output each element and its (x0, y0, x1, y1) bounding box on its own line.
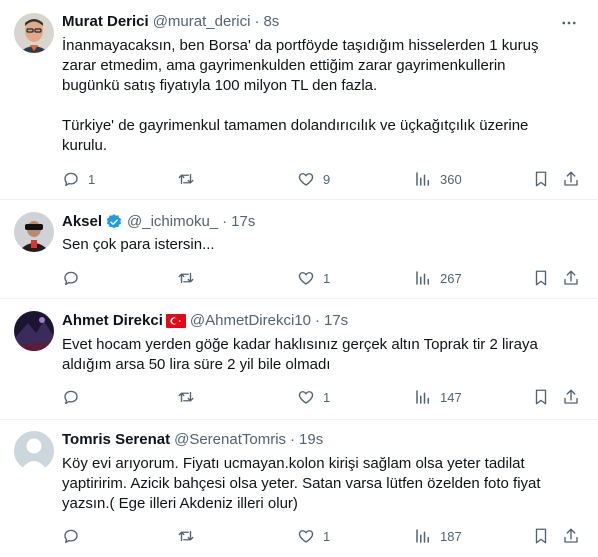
user-handle[interactable]: @SerenatTomris (174, 430, 286, 450)
like-button[interactable]: 1 (297, 387, 330, 407)
bookmark-icon (535, 528, 547, 544)
retweet-button[interactable] (177, 169, 203, 189)
views-icon (416, 529, 429, 543)
display-name[interactable]: Murat Derici (62, 12, 149, 32)
views-button[interactable]: 360 (414, 169, 462, 189)
separator-dot: · (290, 431, 296, 448)
share-button[interactable] (562, 387, 580, 407)
share-icon (564, 528, 578, 543)
like-icon (298, 391, 314, 404)
timestamp[interactable]: 8s (263, 12, 279, 32)
reply-count: 1 (88, 171, 96, 187)
tweet-actions: 1 9 360 (62, 169, 582, 189)
views-button[interactable]: 187 (414, 526, 462, 546)
tweet-text: Köy evi arıyorum. Fiyatı ucmayan.kolon k… (62, 455, 541, 512)
separator-dot: · (254, 13, 260, 30)
views-count: 187 (440, 528, 462, 544)
reply-icon (64, 390, 78, 405)
avatar[interactable] (14, 431, 54, 471)
avatar[interactable] (14, 311, 54, 351)
like-count: 1 (323, 270, 331, 286)
reply-icon (64, 529, 78, 544)
tweet-header: Aksel @_ichimoku_ · 17s (62, 212, 255, 232)
retweet-icon (178, 272, 194, 284)
like-icon (298, 530, 314, 543)
tweet-text: Sen çok para istersin... (62, 236, 215, 253)
views-icon (416, 172, 429, 186)
timestamp[interactable]: 19s (299, 430, 323, 450)
tweet[interactable]: Murat Derici @murat_derici · 8s İnanmaya… (0, 0, 598, 200)
views-button[interactable]: 147 (414, 387, 462, 407)
tweet[interactable]: Aksel @_ichimoku_ · 17s Sen çok para ist… (0, 200, 598, 299)
bookmark-icon (535, 171, 547, 187)
like-button[interactable]: 9 (297, 169, 330, 189)
reply-icon (64, 271, 78, 286)
bookmark-button[interactable] (532, 268, 550, 288)
display-name[interactable]: Ahmet Direkci (62, 311, 163, 331)
separator-dot: · (222, 213, 228, 230)
like-count: 1 (323, 389, 331, 405)
more-icon[interactable] (558, 14, 580, 34)
bookmark-button[interactable] (532, 526, 550, 546)
retweet-icon (178, 391, 194, 403)
reply-button[interactable] (62, 526, 88, 546)
views-count: 360 (440, 171, 462, 187)
user-handle[interactable]: @murat_derici (153, 12, 251, 32)
share-icon (564, 171, 578, 186)
tweet-text: İnanmayacaksın, ben Borsa' da portföyde … (62, 37, 539, 154)
user-handle[interactable]: @AhmetDirekci10 (190, 311, 311, 331)
retweet-icon (178, 530, 194, 542)
share-icon (564, 389, 578, 404)
avatar[interactable] (14, 13, 54, 53)
avatar[interactable] (14, 212, 54, 252)
tweet-actions: 1 267 (62, 268, 582, 288)
display-name[interactable]: Tomris Serenat (62, 430, 170, 450)
verified-badge-icon (105, 213, 123, 231)
tweet-actions: 1 187 (62, 526, 582, 546)
like-count: 1 (323, 528, 331, 544)
bookmark-icon (535, 389, 547, 405)
tweet-header: Ahmet Direkci @AhmetDirekci10 · 17s (62, 311, 348, 331)
like-button[interactable]: 1 (297, 268, 330, 288)
views-button[interactable]: 267 (414, 268, 462, 288)
share-button[interactable] (562, 268, 580, 288)
tweet-header: Murat Derici @murat_derici · 8s (62, 12, 279, 32)
tweet-header: Tomris Serenat @SerenatTomris · 19s (62, 430, 323, 450)
share-icon (564, 270, 578, 285)
tweet[interactable]: Ahmet Direkci @AhmetDirekci10 · 17s Evet… (0, 299, 598, 420)
timestamp[interactable]: 17s (231, 212, 255, 232)
views-count: 147 (440, 389, 462, 405)
user-handle[interactable]: @_ichimoku_ (127, 212, 218, 232)
like-count: 9 (323, 171, 331, 187)
timestamp[interactable]: 17s (324, 311, 348, 331)
reply-button[interactable] (62, 268, 88, 288)
bookmark-icon (535, 270, 547, 286)
tweet-actions: 1 147 (62, 387, 582, 407)
reply-button[interactable] (62, 387, 88, 407)
tweet-text: Evet hocam yerden göğe kadar haklısınız … (62, 336, 538, 373)
retweet-button[interactable] (177, 268, 203, 288)
views-count: 267 (440, 270, 462, 286)
turkey-flag-icon (165, 314, 186, 328)
bookmark-button[interactable] (532, 169, 550, 189)
separator-dot: · (314, 312, 320, 329)
share-button[interactable] (562, 169, 580, 189)
tweet[interactable]: Tomris Serenat @SerenatTomris · 19s Köy … (0, 420, 598, 557)
share-button[interactable] (562, 526, 580, 546)
bookmark-button[interactable] (532, 387, 550, 407)
views-icon (416, 390, 429, 404)
like-button[interactable]: 1 (297, 526, 330, 546)
reply-button[interactable]: 1 (62, 169, 95, 189)
like-icon (298, 272, 314, 285)
like-icon (298, 173, 314, 186)
retweet-button[interactable] (177, 387, 203, 407)
retweet-button[interactable] (177, 526, 203, 546)
display-name[interactable]: Aksel (62, 212, 102, 232)
reply-icon (64, 172, 78, 187)
retweet-icon (178, 173, 194, 185)
views-icon (416, 271, 429, 285)
